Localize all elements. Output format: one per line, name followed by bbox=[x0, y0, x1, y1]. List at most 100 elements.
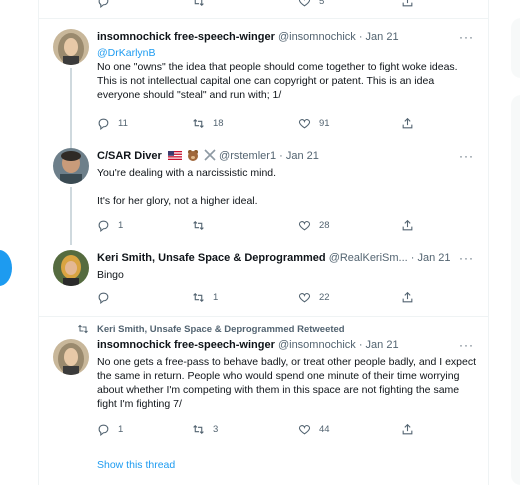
avatar-insomnochick-image bbox=[53, 29, 89, 65]
avatar[interactable] bbox=[53, 250, 89, 286]
retweet-button[interactable]: 18 bbox=[192, 117, 224, 130]
like-count: 91 bbox=[319, 118, 330, 129]
tweet-text: Bingo bbox=[97, 268, 477, 282]
tweet-body: Bingo bbox=[97, 269, 124, 281]
like-count: 28 bbox=[319, 220, 330, 231]
share-icon bbox=[402, 291, 413, 303]
timestamp[interactable]: · Jan 21 bbox=[359, 31, 399, 43]
like-button[interactable]: 91 bbox=[298, 117, 330, 130]
tweet[interactable]: Keri Smith, Unsafe Space & Deprogrammed … bbox=[39, 241, 488, 316]
reply-count: 1 bbox=[118, 424, 124, 435]
reply-button[interactable]: 1 bbox=[97, 423, 123, 436]
like-button[interactable]: 5 bbox=[298, 0, 324, 8]
previous-tweet-actions: 5 bbox=[97, 0, 427, 11]
tweet[interactable]: insomnochick free-speech-winger @insomno… bbox=[39, 18, 488, 148]
retweet-button[interactable]: 3 bbox=[192, 423, 218, 436]
crossed-swords-icon bbox=[204, 149, 216, 161]
reply-icon bbox=[98, 292, 109, 304]
tweet-text: No one gets a free-pass to behave badly,… bbox=[97, 355, 477, 411]
more-options-button[interactable]: ··· bbox=[459, 30, 474, 44]
retweet-button[interactable]: 1 bbox=[192, 291, 218, 304]
like-button[interactable]: 44 bbox=[298, 423, 330, 436]
retweet-icon bbox=[78, 324, 88, 334]
reply-button[interactable] bbox=[97, 0, 118, 8]
sidebar-card bbox=[511, 18, 520, 78]
retweet-button[interactable] bbox=[192, 219, 213, 232]
reply-count: 11 bbox=[118, 118, 128, 129]
avatar[interactable] bbox=[53, 339, 89, 375]
avatar[interactable] bbox=[53, 29, 89, 65]
retweet-icon bbox=[194, 0, 204, 7]
retweeted-by-label[interactable]: Keri Smith, Unsafe Space & Deprogrammed … bbox=[77, 323, 345, 335]
tweet-header: C/SAR Diver @rstemler1 · Jan 21 bbox=[97, 149, 319, 163]
reply-button[interactable] bbox=[97, 291, 118, 304]
share-icon bbox=[402, 423, 413, 435]
thread-connector bbox=[70, 187, 72, 245]
like-count: 44 bbox=[319, 424, 330, 435]
retweet-icon bbox=[193, 292, 204, 303]
timestamp[interactable]: · Jan 21 bbox=[359, 339, 399, 351]
like-count: 5 bbox=[319, 0, 325, 7]
retweet-count: 18 bbox=[213, 118, 224, 129]
avatar-rstemler1-image bbox=[53, 148, 89, 184]
reply-button[interactable]: 11 bbox=[97, 117, 128, 130]
retweet-icon bbox=[193, 220, 204, 231]
tweet-header: Keri Smith, Unsafe Space & Deprogrammed … bbox=[97, 251, 451, 265]
right-sidebar bbox=[503, 0, 520, 485]
handle[interactable]: @insomnochick bbox=[278, 31, 356, 43]
share-icon bbox=[402, 0, 413, 7]
thread-connector bbox=[70, 68, 72, 148]
reply-icon bbox=[98, 424, 109, 436]
share-button[interactable] bbox=[401, 0, 422, 8]
tweet[interactable]: C/SAR Diver @rstemler1 · Jan 21 ··· You'… bbox=[39, 145, 488, 245]
tweet-actions: 1 22 bbox=[97, 291, 427, 307]
like-button[interactable]: 28 bbox=[298, 219, 330, 232]
reply-button[interactable]: 1 bbox=[97, 219, 123, 232]
retweet-count: 1 bbox=[213, 292, 219, 303]
share-button[interactable] bbox=[401, 219, 422, 232]
heart-icon bbox=[298, 221, 311, 231]
display-name[interactable]: insomnochick free-speech-winger bbox=[97, 339, 275, 351]
timestamp[interactable]: · Jan 21 bbox=[411, 252, 451, 264]
display-name[interactable]: insomnochick free-speech-winger bbox=[97, 31, 275, 43]
like-button[interactable]: 22 bbox=[298, 291, 330, 304]
heart-icon bbox=[298, 0, 311, 7]
reply-icon bbox=[98, 118, 109, 130]
heart-icon bbox=[298, 119, 311, 129]
share-button[interactable] bbox=[401, 291, 422, 304]
more-options-button[interactable]: ··· bbox=[459, 149, 474, 163]
us-flag-icon bbox=[167, 151, 182, 160]
share-button[interactable] bbox=[401, 423, 422, 436]
tweet-text: You're dealing with a narcissistic mind.… bbox=[97, 166, 477, 208]
retweet-icon bbox=[193, 424, 204, 435]
more-options-button[interactable]: ··· bbox=[459, 251, 474, 265]
retweet-count: 3 bbox=[213, 424, 219, 435]
display-name[interactable]: Keri Smith, Unsafe Space & Deprogrammed bbox=[97, 252, 326, 264]
retweet-icon bbox=[193, 118, 204, 129]
tweet-body: No one "owns" the idea that people shoul… bbox=[97, 61, 458, 101]
avatar[interactable] bbox=[53, 148, 89, 184]
handle[interactable]: @rstemler1 bbox=[219, 150, 276, 162]
retweeted-by-text: Keri Smith, Unsafe Space & Deprogrammed … bbox=[97, 323, 345, 335]
display-name[interactable]: C/SAR Diver bbox=[97, 150, 162, 162]
avatar-insomnochick-image bbox=[53, 339, 89, 375]
show-thread-link[interactable]: Show this thread bbox=[97, 459, 175, 471]
timestamp[interactable]: · Jan 21 bbox=[279, 150, 319, 162]
tweet-actions: 11 18 91 bbox=[97, 117, 427, 133]
avatar-realkerismith-image bbox=[53, 250, 89, 286]
compose-tweet-button[interactable] bbox=[0, 250, 12, 286]
handle[interactable]: @insomnochick bbox=[278, 339, 356, 351]
sidebar-card bbox=[511, 95, 520, 485]
reply-icon bbox=[98, 220, 109, 232]
tweet-actions: 1 28 bbox=[97, 219, 427, 235]
retweet-button[interactable] bbox=[192, 0, 213, 8]
tweet-actions: 1 3 44 bbox=[97, 423, 427, 439]
tweet[interactable]: Keri Smith, Unsafe Space & Deprogrammed … bbox=[39, 317, 488, 485]
handle[interactable]: @RealKeriSm... bbox=[329, 252, 408, 264]
tweet-body-line: It's for her glory, not a higher ideal. bbox=[97, 195, 258, 207]
timeline-feed: 5 insomnochick free-speech-winger @insom… bbox=[38, 0, 489, 485]
share-button[interactable] bbox=[401, 117, 422, 130]
tweet-header: insomnochick free-speech-winger @insomno… bbox=[97, 338, 399, 352]
more-options-button[interactable]: ··· bbox=[459, 338, 474, 352]
mention-link[interactable]: @DrKarlynB bbox=[97, 46, 477, 60]
